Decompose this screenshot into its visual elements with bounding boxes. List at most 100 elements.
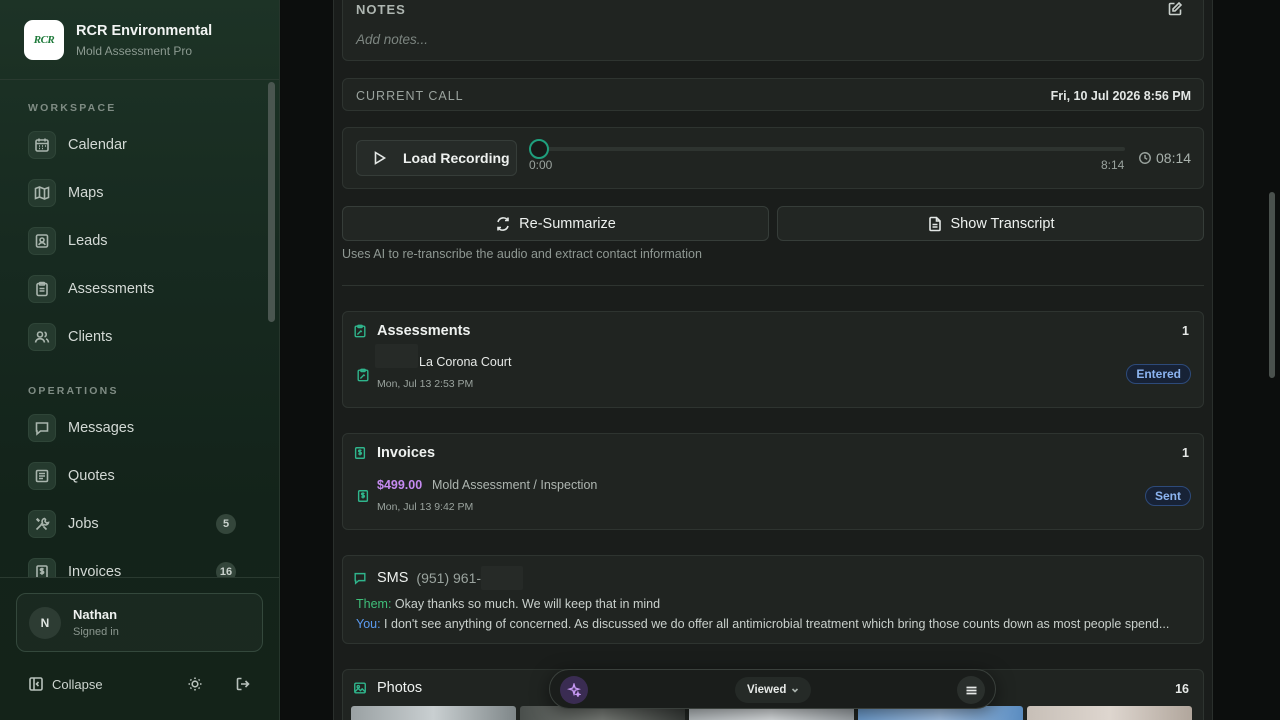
sidebar-item-messages[interactable]: Messages: [28, 414, 240, 442]
sidebar-item-label: Calendar: [68, 137, 127, 153]
playback-handle[interactable]: [529, 139, 549, 159]
redacted-address-number: [375, 344, 418, 368]
show-transcript-button[interactable]: Show Transcript: [777, 206, 1204, 241]
call-duration-value: 08:14: [1156, 150, 1192, 166]
sidebar-item-label: Assessments: [68, 281, 155, 297]
sms-text-them: Okay thanks so much. We will keep that i…: [391, 597, 661, 611]
current-call-bar: CURRENT CALL Fri, 10 Jul 2026 8:56 PM: [342, 78, 1204, 111]
image-icon: [354, 682, 366, 694]
sms-message-you: You: I don't see anything of concerned. …: [356, 617, 1192, 631]
show-transcript-label: Show Transcript: [950, 215, 1055, 232]
collapse-button[interactable]: Collapse: [28, 676, 103, 692]
sidebar-item-quotes[interactable]: Quotes: [28, 462, 240, 490]
message-icon: [354, 572, 366, 585]
play-icon: [374, 151, 387, 165]
resummarize-button[interactable]: Re-Summarize: [342, 206, 769, 241]
sms-card[interactable]: SMS (951) 961- Them: Okay thanks so much…: [342, 555, 1204, 644]
user-card[interactable]: N Nathan Signed in: [16, 593, 263, 652]
invoices-card[interactable]: Invoices 1 $499.00 Mold Assessment / Ins…: [342, 433, 1204, 530]
sidebar-item-label: Clients: [68, 329, 113, 345]
sidebar-scrollbar-thumb[interactable]: [268, 82, 275, 322]
resummarize-hint: Uses AI to re-transcribe the audio and e…: [342, 247, 702, 261]
load-recording-label: Load Recording: [403, 150, 510, 166]
sidebar-item-maps[interactable]: Maps: [28, 179, 240, 207]
clipboard-icon: [28, 275, 56, 303]
total-time: 8:14: [1101, 158, 1125, 172]
invoice-row-icon: [356, 489, 370, 503]
sidebar-item-label: Leads: [68, 233, 108, 249]
sidebar-scrollbar[interactable]: [267, 80, 276, 577]
load-recording-button[interactable]: Load Recording: [356, 140, 517, 176]
menu-button[interactable]: [957, 676, 985, 704]
notes-input[interactable]: Add notes...: [356, 32, 428, 47]
invoice-date: Mon, Jul 13 9:42 PM: [377, 501, 474, 513]
assessment-date: Mon, Jul 13 2:53 PM: [377, 378, 474, 390]
section-divider: [342, 285, 1204, 286]
sidebar-item-label: Messages: [68, 420, 135, 436]
hamburger-icon: [966, 686, 976, 694]
clock-icon: [1139, 152, 1151, 164]
assessments-card[interactable]: Assessments 1 La Corona Court Mon, Jul 1…: [342, 311, 1204, 408]
notes-card: NOTES Add notes...: [342, 0, 1204, 61]
jobs-count-badge: 5: [216, 514, 236, 534]
edit-notes-button[interactable]: [1167, 1, 1183, 17]
main-scrollbar[interactable]: [1267, 0, 1277, 720]
sidebar-item-jobs[interactable]: Jobs 5: [28, 510, 240, 538]
brand-subtitle: Mold Assessment Pro: [76, 43, 193, 58]
collapse-icon: [29, 677, 43, 691]
sparkle-icon: [567, 683, 581, 697]
photos-count: 16: [1175, 682, 1189, 696]
photos-title: Photos: [377, 680, 423, 696]
refresh-icon: [497, 216, 509, 231]
sidebar-item-clients[interactable]: Clients: [28, 323, 240, 351]
brand-name: RCR Environmental: [76, 22, 213, 39]
logout-button[interactable]: [235, 676, 251, 692]
map-icon: [28, 179, 56, 207]
current-time: 0:00: [529, 158, 553, 172]
recording-player: Load Recording 0:00 8:14 08:14: [342, 127, 1204, 189]
section-label-workspace: WORKSPACE: [28, 102, 117, 114]
playback-track[interactable]: [539, 147, 1125, 151]
assessments-title: Assessments: [377, 323, 471, 339]
sidebar-item-label: Invoices: [68, 564, 122, 577]
floating-toolbar: Viewed: [549, 669, 996, 709]
tools-icon: [28, 510, 56, 538]
sidebar-item-label: Quotes: [68, 468, 115, 484]
ai-assistant-button[interactable]: [560, 676, 588, 704]
assessments-count: 1: [1182, 324, 1189, 338]
current-call-date: Fri, 10 Jul 2026 8:56 PM: [1050, 89, 1191, 103]
theme-toggle-button[interactable]: [187, 676, 203, 692]
invoice-icon: [28, 558, 56, 577]
user-status: Signed in: [73, 626, 119, 638]
viewed-filter-label: Viewed: [747, 684, 787, 696]
assessment-address[interactable]: La Corona Court: [419, 355, 511, 369]
redacted-phone-suffix: [481, 566, 524, 590]
invoice-icon: [354, 447, 366, 459]
invoice-amount[interactable]: $499.00: [377, 478, 422, 492]
logout-icon: [236, 677, 250, 691]
sidebar-item-calendar[interactable]: Calendar: [28, 131, 240, 159]
photo-thumbnail[interactable]: [351, 706, 516, 720]
invoices-count-badge: 16: [216, 562, 236, 577]
call-duration: 08:14: [1138, 150, 1191, 166]
photo-thumbnail[interactable]: [1027, 706, 1192, 720]
brand-logo: RCR: [24, 20, 64, 60]
contact-card-icon: [28, 227, 56, 255]
edit-icon: [1168, 1, 1183, 16]
avatar: N: [29, 606, 61, 639]
brand[interactable]: RCR RCR Environmental Mold Assessment Pr…: [24, 20, 212, 60]
sidebar-nav: WORKSPACE Calendar Maps Leads Assessment…: [0, 80, 264, 577]
invoices-title: Invoices: [377, 445, 436, 461]
invoice-status-badge: Sent: [1144, 486, 1191, 506]
main-scrollbar-thumb[interactable]: [1269, 192, 1275, 378]
sidebar-item-assessments[interactable]: Assessments: [28, 275, 240, 303]
document-icon: [928, 216, 941, 231]
sidebar-item-invoices[interactable]: Invoices 16: [28, 558, 240, 577]
viewed-filter-dropdown[interactable]: Viewed: [735, 677, 812, 703]
assessment-row-icon: [356, 368, 370, 382]
sidebar-item-leads[interactable]: Leads: [28, 227, 240, 255]
collapse-label: Collapse: [52, 676, 103, 692]
resummarize-label: Re-Summarize: [519, 215, 616, 232]
section-label-operations: OPERATIONS: [28, 385, 119, 397]
notes-title: NOTES: [356, 2, 406, 17]
